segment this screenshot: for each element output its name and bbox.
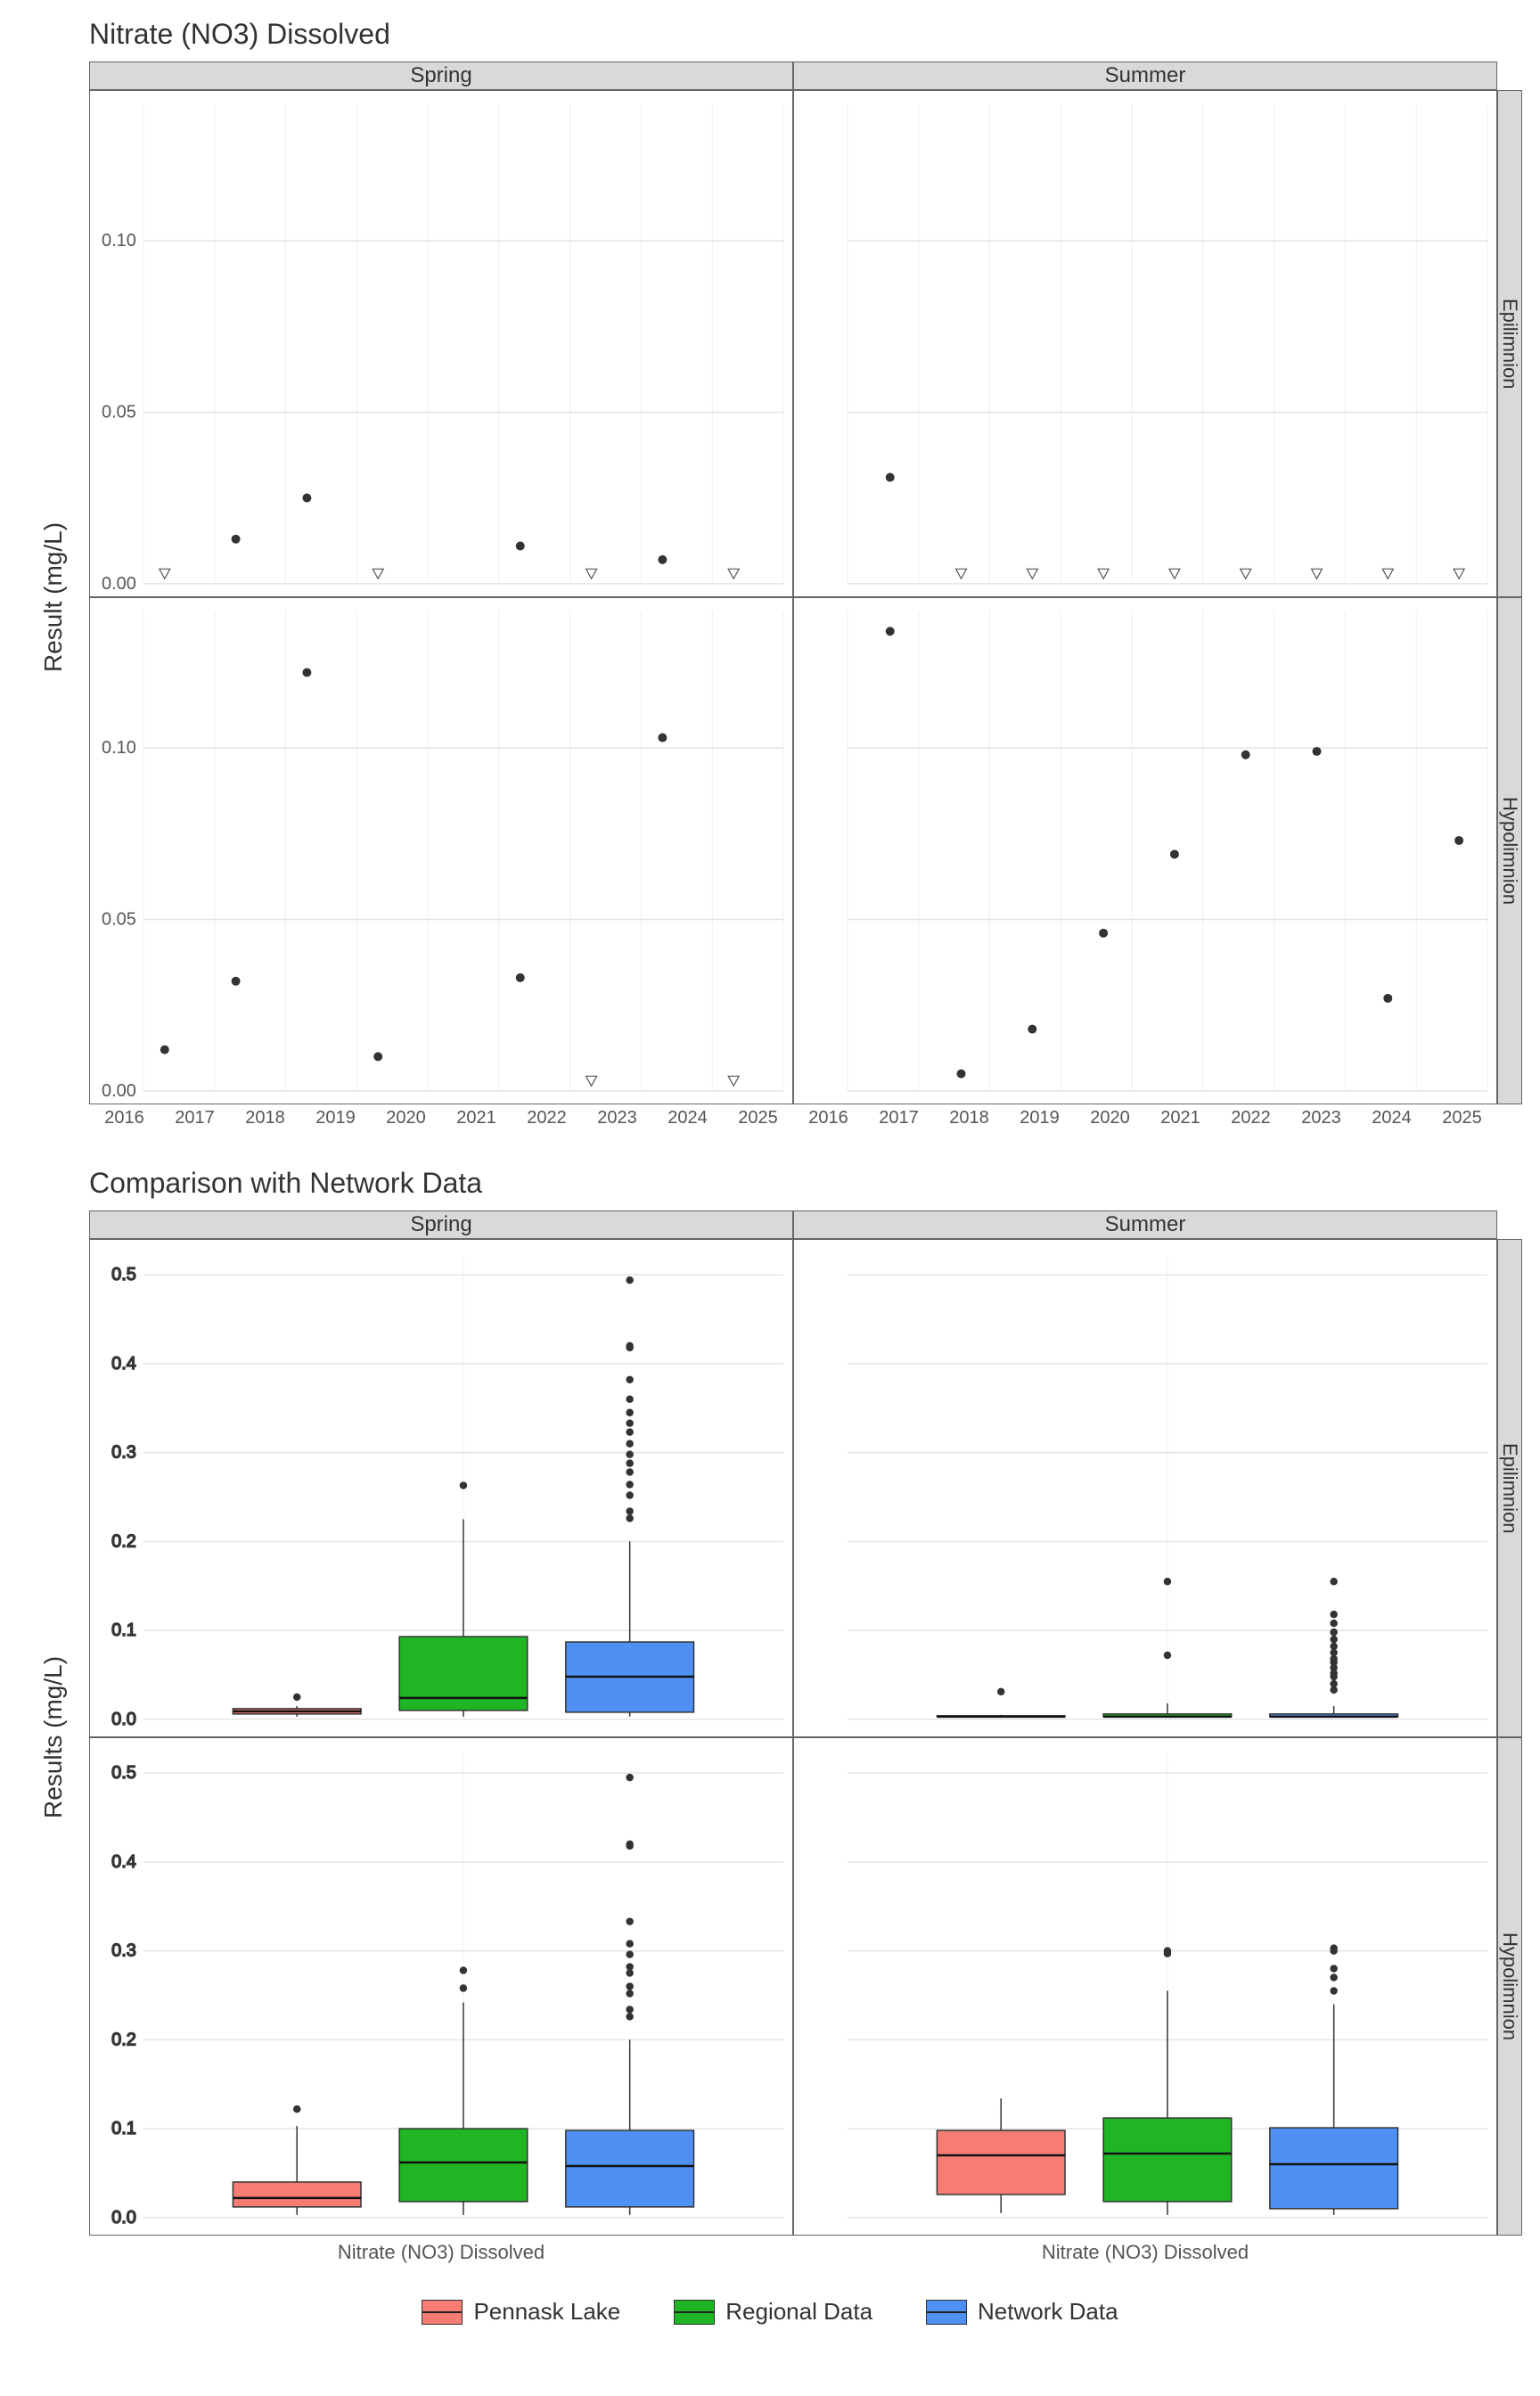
legend-item-network: Network Data (926, 2298, 1118, 2326)
legend: Pennask Lake Regional Data Network Data (18, 2298, 1522, 2326)
panel-summer-epi (793, 90, 1497, 597)
box-grid: Spring Summer Results (mg/L) 0.00.10.20.… (18, 1210, 1522, 2262)
box-facet-col-summer: Summer (793, 1210, 1497, 1239)
svg-text:0.5: 0.5 (111, 1763, 136, 1783)
panel-summer-hypo (793, 597, 1497, 1104)
svg-text:0.2: 0.2 (111, 1531, 136, 1551)
box-panel-summer-epi (793, 1239, 1497, 1737)
box-panel-spring-epi: 0.0 0.1 0.2 0.3 0.4 0.5 (89, 1239, 793, 1737)
panel-spring-epi: 0.00 0.05 0.10 (89, 90, 793, 597)
svg-text:0.4: 0.4 (111, 1852, 136, 1872)
svg-text:0.3: 0.3 (111, 1941, 136, 1961)
facet-col-spring: Spring (89, 62, 793, 90)
svg-text:0.1: 0.1 (111, 2119, 136, 2138)
box-xaxis-spring: Nitrate (NO3) Dissolved (89, 2236, 793, 2262)
svg-text:0.05: 0.05 (102, 909, 136, 929)
svg-text:0.00: 0.00 (102, 1081, 136, 1101)
facet-row-epi: Epilimnion (1497, 90, 1522, 597)
svg-text:0.5: 0.5 (111, 1265, 136, 1284)
box-xaxis-summer: Nitrate (NO3) Dissolved (793, 2236, 1497, 2262)
svg-text:0.10: 0.10 (102, 738, 136, 758)
scatter-xaxis-summer: 2016201720182019202020212022202320242025 (793, 1104, 1497, 1131)
legend-swatch-pennask (422, 2300, 463, 2325)
scatter-xaxis-spring: 2016201720182019202020212022202320242025 (89, 1104, 793, 1131)
box-facet-row-hypo: Hypolimnion (1497, 1737, 1522, 2236)
legend-swatch-network (926, 2300, 967, 2325)
legend-item-pennask: Pennask Lake (422, 2298, 620, 2326)
scatter-grid: Spring Summer Result (mg/L) 0.00 0.05 0.10… (18, 62, 1522, 1131)
box-title: Comparison with Network Data (89, 1167, 1522, 1200)
svg-text:0.1: 0.1 (111, 1621, 136, 1640)
box-ylabel: Results (mg/L) (18, 1239, 89, 2236)
box-panel-spring-hypo: 0.0 0.1 0.2 0.3 0.4 0.5 (89, 1737, 793, 2236)
svg-text:0.4: 0.4 (111, 1354, 136, 1374)
scatter-title: Nitrate (NO3) Dissolved (89, 18, 1522, 51)
facet-col-summer: Summer (793, 62, 1497, 90)
svg-text:0.0: 0.0 (111, 1710, 136, 1729)
legend-item-regional: Regional Data (674, 2298, 872, 2326)
legend-swatch-regional (674, 2300, 715, 2325)
svg-text:0.3: 0.3 (111, 1443, 136, 1463)
svg-text:0.2: 0.2 (111, 2030, 136, 2049)
scatter-ylabel: Result (mg/L) (18, 90, 89, 1104)
box-facet-col-spring: Spring (89, 1210, 793, 1239)
svg-text:0.0: 0.0 (111, 2208, 136, 2228)
box-facet-row-epi: Epilimnion (1497, 1239, 1522, 1737)
facet-row-hypo: Hypolimnion (1497, 597, 1522, 1104)
box-panel-summer-hypo (793, 1737, 1497, 2236)
panel-spring-hypo: 0.00 0.05 0.10 (89, 597, 793, 1104)
svg-text:0.00: 0.00 (102, 574, 136, 594)
svg-text:0.05: 0.05 (102, 402, 136, 422)
svg-text:0.10: 0.10 (102, 231, 136, 250)
